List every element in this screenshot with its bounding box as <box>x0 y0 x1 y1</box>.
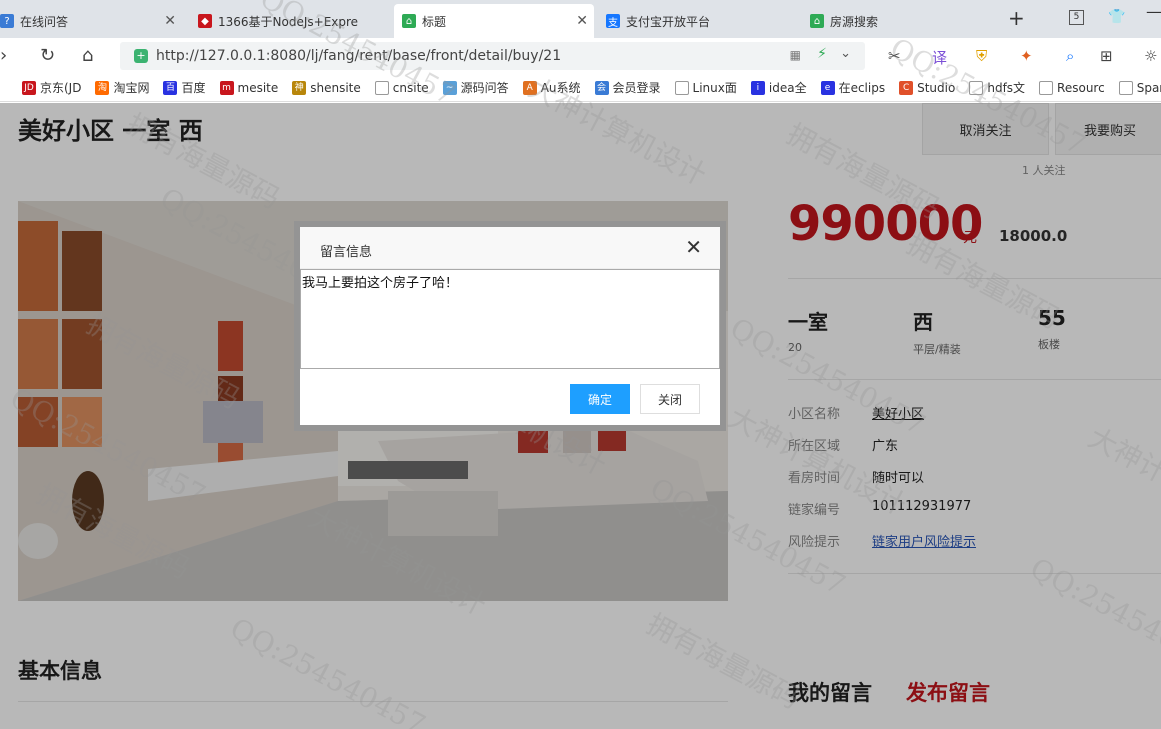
bookmark-icon: i <box>750 80 765 95</box>
bookmark-item[interactable]: 淘淘宝网 <box>95 79 149 96</box>
tab-label: 1366基于NodeJs+Expre <box>218 14 359 29</box>
settings-icon[interactable]: ☼ <box>1144 47 1157 65</box>
shield-icon[interactable]: ⛨ <box>976 47 987 65</box>
scissors-icon[interactable]: ✂ <box>888 47 901 65</box>
page-icon <box>969 80 984 95</box>
bookmark-icon: ~ <box>442 80 457 95</box>
forward-icon[interactable]: › <box>0 45 7 66</box>
bookmark-icon: e <box>820 80 835 95</box>
bookmark-icon: JD <box>22 80 36 95</box>
page-icon <box>1118 80 1133 95</box>
minimize-icon[interactable]: — <box>1146 2 1161 21</box>
bookmark-label: cnsite <box>392 80 429 95</box>
bookmark-item[interactable]: 会会员登录 <box>594 79 661 96</box>
bookmark-item[interactable]: cnsite <box>374 80 429 95</box>
close-icon[interactable]: ✕ <box>576 13 588 29</box>
new-tab-icon[interactable]: + <box>1008 6 1025 30</box>
bolt-icon[interactable]: ⚡ <box>817 46 827 62</box>
page-icon: ⌂ <box>402 14 416 28</box>
bookmark-label: 源码问答 <box>460 81 509 95</box>
bookmark-label: mesite <box>237 80 279 95</box>
bookmark-label: Spar <box>1136 80 1161 95</box>
page-icon <box>674 80 689 95</box>
tab-label: 在线问答 <box>20 14 69 29</box>
tab-label: 标题 <box>422 14 447 29</box>
tab-label: 支付宝开放平台 <box>626 14 711 29</box>
message-dialog: 留言信息 ✕ 我马上要拍这个房子了哈！ 确定 关闭 <box>294 221 726 431</box>
bookmark-item[interactable]: Resourc <box>1039 80 1105 95</box>
bookmark-item[interactable]: Linux面 <box>674 79 737 96</box>
bookmark-item[interactable]: C Studio <box>899 80 956 95</box>
dialog-title: 留言信息 <box>320 245 373 260</box>
bookmark-label: idea全 <box>768 81 807 95</box>
bookmark-label: 会员登录 <box>612 81 661 95</box>
browser-toolbar: › ↻ ⌂ + http://127.0.0.1:8080/lj/fang/re… <box>0 38 1161 74</box>
bookmark-label: Resourc <box>1057 80 1105 95</box>
bookmark-item[interactable]: e 在eclips <box>820 79 886 96</box>
message-textarea[interactable]: 我马上要拍这个房子了哈！ <box>300 269 720 369</box>
tab-project[interactable]: ◆ 1366基于NodeJs+Expre <box>190 4 390 38</box>
bookmark-icon: m <box>219 80 234 95</box>
chevron-down-icon[interactable]: ⌄ <box>840 46 851 61</box>
bookmark-label: 百度 <box>181 81 206 95</box>
tab-alipay[interactable]: 支 支付宝开放平台 <box>598 4 798 38</box>
bookmark-icon: 会 <box>594 80 609 95</box>
qr-code-icon[interactable]: ▦ <box>790 48 801 62</box>
search-icon[interactable]: ⌕ <box>1066 47 1074 65</box>
dialog-header: 留言信息 ✕ <box>300 227 720 269</box>
translate-icon[interactable]: 译 <box>932 47 947 68</box>
reload-icon[interactable]: ↻ <box>40 45 55 66</box>
bookmark-icon: 淘 <box>95 80 110 95</box>
secure-icon: + <box>134 49 148 63</box>
tab-title[interactable]: ⌂ 标题 ✕ <box>394 4 594 38</box>
close-button[interactable]: 关闭 <box>640 384 700 414</box>
bookmark-item[interactable]: 神 shensite <box>292 80 361 95</box>
page-icon: ⌂ <box>810 14 824 28</box>
skin-icon[interactable]: 👕 <box>1108 9 1125 25</box>
bookmark-item[interactable]: m mesite <box>219 80 279 95</box>
bookmark-item[interactable]: i idea全 <box>750 79 807 96</box>
bookmark-item[interactable]: 百百度 <box>163 79 206 96</box>
page-icon <box>374 80 389 95</box>
bookmark-label: Au系统 <box>540 81 581 95</box>
page-icon <box>1039 80 1054 95</box>
bookmark-item[interactable]: ~ 源码问答 <box>442 79 509 96</box>
bookmark-label: Linux面 <box>692 81 737 95</box>
bookmark-label: 淘宝网 <box>113 81 150 95</box>
qa-icon: ? <box>0 14 14 28</box>
url-text[interactable]: http://127.0.0.1:8080/lj/fang/rent/base/… <box>156 48 561 64</box>
game-icon[interactable]: ✦ <box>1020 47 1033 65</box>
bookmark-icon: 百 <box>163 80 178 95</box>
project-icon: ◆ <box>198 14 212 28</box>
browser-tab-bar: ? 在线问答 ✕ ◆ 1366基于NodeJs+Expre ⌂ 标题 ✕ 支 支… <box>0 0 1161 38</box>
address-bar[interactable]: + http://127.0.0.1:8080/lj/fang/rent/bas… <box>120 42 865 70</box>
bookmark-item[interactable]: Spar <box>1118 80 1161 95</box>
bookmark-label: hdfs文 <box>987 81 1026 95</box>
bookmark-label: 京东(JD <box>40 81 82 95</box>
apps-grid-icon[interactable]: ⊞ <box>1100 47 1113 65</box>
confirm-button[interactable]: 确定 <box>570 384 630 414</box>
alipay-icon: 支 <box>606 14 620 29</box>
bookmark-item[interactable]: hdfs文 <box>969 79 1025 96</box>
bookmark-item[interactable]: A Au系统 <box>522 79 581 96</box>
tab-label: 房源搜索 <box>830 14 879 29</box>
bookmark-icon: C <box>899 80 914 95</box>
close-icon[interactable]: ✕ <box>685 235 702 259</box>
bookmark-label: 在eclips <box>838 81 886 95</box>
bookmarks-bar: JD 京东(JD 淘淘宝网百百度 m mesite 神 shensite cnsite ~ 源码问… <box>0 74 1161 102</box>
tab-online-qa[interactable]: ? 在线问答 ✕ <box>0 4 182 38</box>
bookmark-label: shensite <box>310 80 361 95</box>
tab-house-search[interactable]: ⌂ 房源搜索 <box>802 4 1002 38</box>
home-icon[interactable]: ⌂ <box>82 45 93 66</box>
bookmark-icon: A <box>522 80 537 95</box>
bookmark-icon: 神 <box>292 80 307 95</box>
bookmark-label: Studio <box>917 80 956 95</box>
bookmark-item[interactable]: JD 京东(JD <box>22 79 81 96</box>
tab-count-icon[interactable]: 5 <box>1069 10 1084 25</box>
close-icon[interactable]: ✕ <box>164 13 176 29</box>
